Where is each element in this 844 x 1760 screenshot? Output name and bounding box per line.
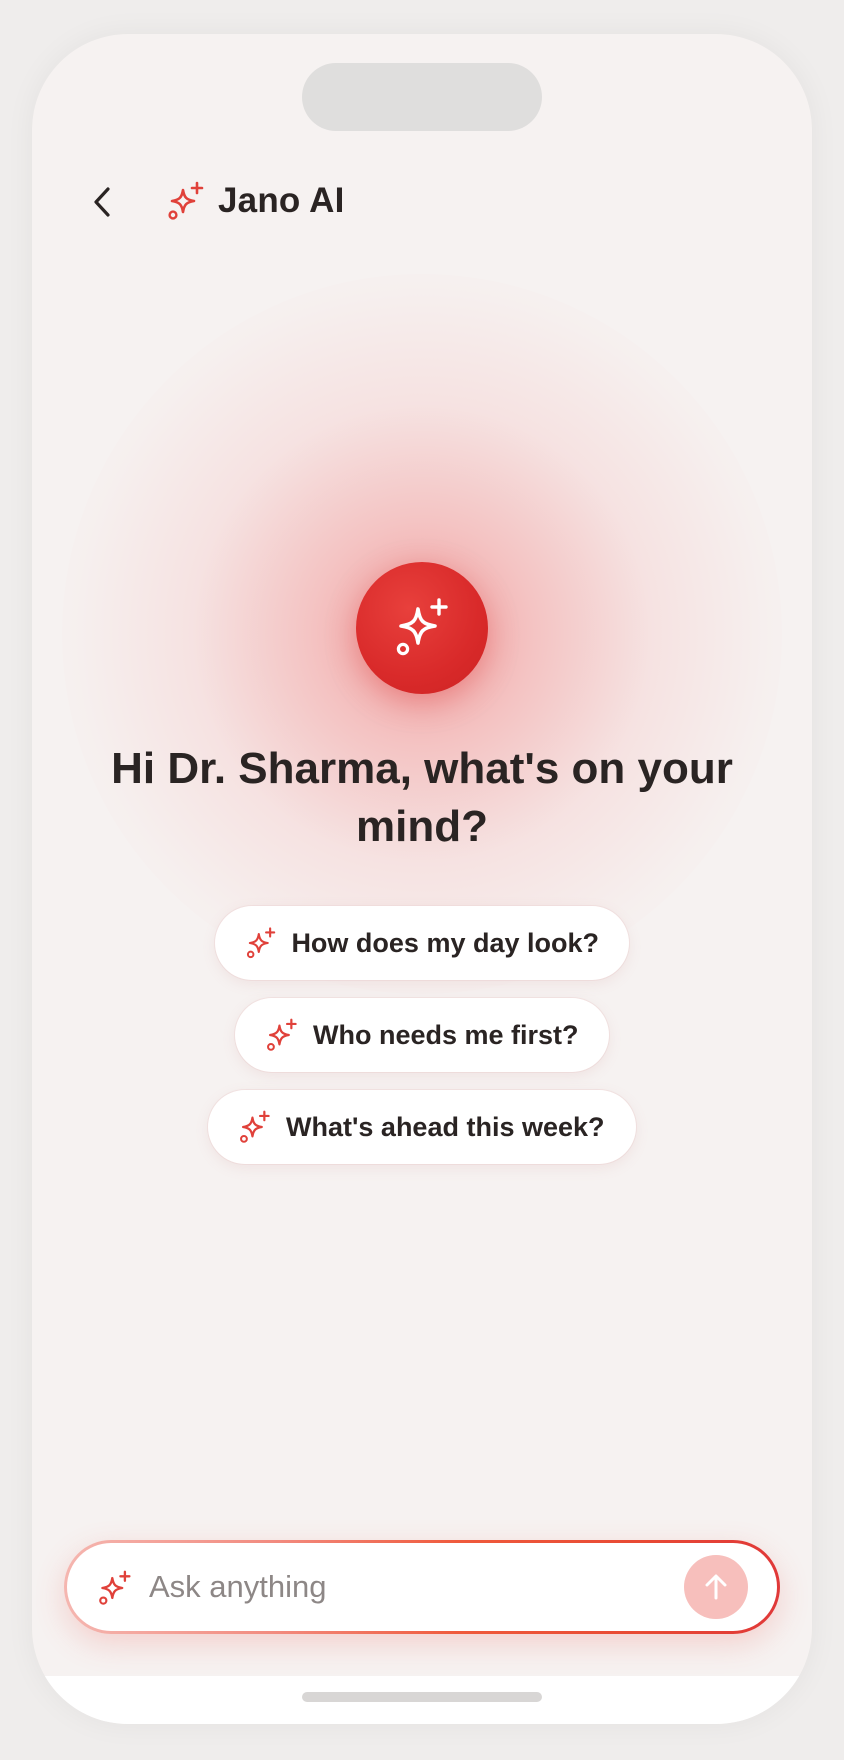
composer-field [67, 1543, 777, 1631]
message-composer [64, 1540, 780, 1634]
chevron-left-icon [94, 187, 110, 217]
sparkles-icon [246, 927, 276, 959]
header-title-group: Jano AI [166, 180, 345, 222]
ask-input[interactable] [149, 1561, 669, 1613]
assistant-avatar [356, 562, 488, 694]
sparkles-icon [267, 1018, 297, 1051]
sparkles-icon [168, 181, 204, 220]
suggestion-label: How does my day look? [291, 927, 599, 958]
suggestion-label: Who needs me first? [313, 1019, 579, 1050]
suggestion-chip-week[interactable]: What's ahead this week? [208, 1090, 636, 1164]
app-header: Jano AI [32, 154, 812, 258]
sparkles-icon [99, 1570, 131, 1605]
suggestion-label: What's ahead this week? [286, 1111, 605, 1142]
send-button[interactable] [684, 1555, 748, 1619]
greeting-heading: Hi Dr. Sharma, what's on your mind? [111, 744, 733, 851]
suggestion-chip-day[interactable]: How does my day look? [215, 906, 629, 980]
suggestion-chip-priority[interactable]: Who needs me first? [235, 998, 609, 1072]
arrow-up-icon [705, 1574, 727, 1600]
header-title: Jano AI [218, 181, 345, 220]
sparkles-icon [396, 598, 448, 656]
back-button[interactable] [76, 176, 128, 228]
home-indicator[interactable] [302, 1692, 542, 1702]
sparkles-icon [240, 1110, 270, 1143]
phone-frame: Jano AI Hi Dr. Sharma, what's on your mi… [32, 34, 812, 1724]
dynamic-island [302, 63, 542, 131]
